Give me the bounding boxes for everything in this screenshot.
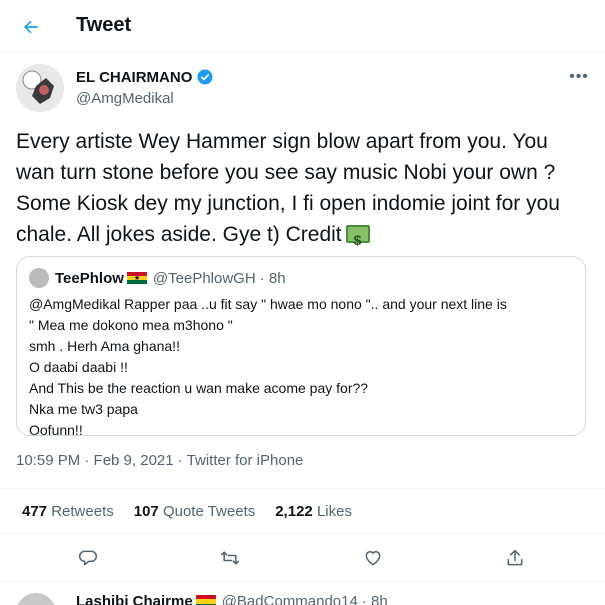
quoted-line: O daabi daabi !! [29, 359, 128, 375]
likes-label: Likes [316, 502, 352, 520]
tweet-text: Every artiste Wey Hammer sign blow apart… [16, 126, 588, 256]
quotes-label: Quote Tweets [162, 502, 256, 520]
tweet-stats: 477 Retweets 107 Quote Tweets 2,122 Like… [0, 488, 605, 534]
quoted-line: smh . Herh Ama ghana!! [29, 338, 180, 354]
quoted-line: @AmgMedikal Rapper paa ..u fit say " hwa… [29, 296, 507, 312]
tweet-body: Every artiste Wey Hammer sign blow apart… [16, 130, 560, 246]
quoted-tweet-text: @AmgMedikal Rapper paa ..u fit say " hwa… [29, 294, 574, 441]
back-button[interactable] [16, 12, 46, 42]
ghana-flag-icon: ★ [126, 271, 147, 285]
like-button[interactable] [361, 546, 385, 570]
share-icon [507, 549, 523, 566]
quoted-author-handle: @TeePhlowGH [152, 269, 256, 287]
reply-time: · 8h [361, 593, 388, 605]
reply-author-handle: @BadCommando14 [221, 593, 358, 605]
ghana-flag-icon [195, 595, 216, 605]
arrow-left-icon [24, 20, 38, 34]
likes-count: 2,122 [275, 502, 313, 520]
quoted-line: Nka me tw3 papa [29, 401, 138, 417]
reply-icon [78, 550, 98, 566]
quotes-count: 107 [133, 502, 159, 520]
quoted-line: Oofunn!! [29, 422, 83, 438]
reply-header: Lashibi Chairme @BadCommando14 · 8h [76, 593, 388, 605]
tweet-header: Tweet [0, 0, 605, 53]
money-emoji-icon [345, 225, 370, 256]
retweet-button[interactable] [218, 546, 242, 570]
verified-badge-icon [197, 69, 213, 85]
quoted-avatar [29, 268, 49, 288]
quoted-tweet[interactable]: TeePhlow ★ @TeePhlowGH · 8h @AmgMedikal … [16, 256, 586, 438]
share-button[interactable] [503, 546, 527, 570]
author-name[interactable]: EL CHAIRMANO [76, 69, 192, 86]
retweets-count: 477 [22, 502, 48, 520]
more-horizontal-icon: ••• [569, 68, 589, 85]
reply-button[interactable] [76, 546, 100, 570]
heart-icon [365, 551, 381, 566]
quoted-tweet-header: TeePhlow ★ @TeePhlowGH · 8h [29, 268, 286, 288]
page-title: Tweet [76, 14, 132, 36]
quoted-line: " Mea me dokono mea m3hono " [29, 317, 233, 333]
tweet-timestamp[interactable]: 10:59 PM · Feb 9, 2021 · Twitter for iPh… [16, 452, 303, 469]
quoted-author-name: TeePhlow [55, 269, 124, 287]
more-options-button[interactable]: ••• [569, 68, 589, 85]
retweets-label: Retweets [51, 502, 114, 520]
retweet-icon [220, 551, 240, 565]
author-name-row: EL CHAIRMANO [76, 68, 214, 86]
avatar[interactable] [16, 64, 64, 112]
author-handle[interactable]: @AmgMedikal [76, 90, 174, 107]
likes-stat[interactable]: 2,122 Likes [275, 503, 352, 520]
reply-author-name: Lashibi Chairme [76, 593, 193, 605]
tweet-author: EL CHAIRMANO @AmgMedikal ••• [16, 64, 591, 114]
retweets-stat[interactable]: 477 Retweets [22, 503, 114, 520]
reply-avatar [16, 593, 56, 605]
tweet-actions [0, 534, 605, 582]
quoted-line: And This be the reaction u wan make acom… [29, 380, 369, 396]
quoted-time: · 8h [259, 269, 286, 287]
next-reply-preview[interactable]: Lashibi Chairme @BadCommando14 · 8h [0, 583, 605, 605]
quote-tweets-stat[interactable]: 107 Quote Tweets [134, 503, 255, 520]
